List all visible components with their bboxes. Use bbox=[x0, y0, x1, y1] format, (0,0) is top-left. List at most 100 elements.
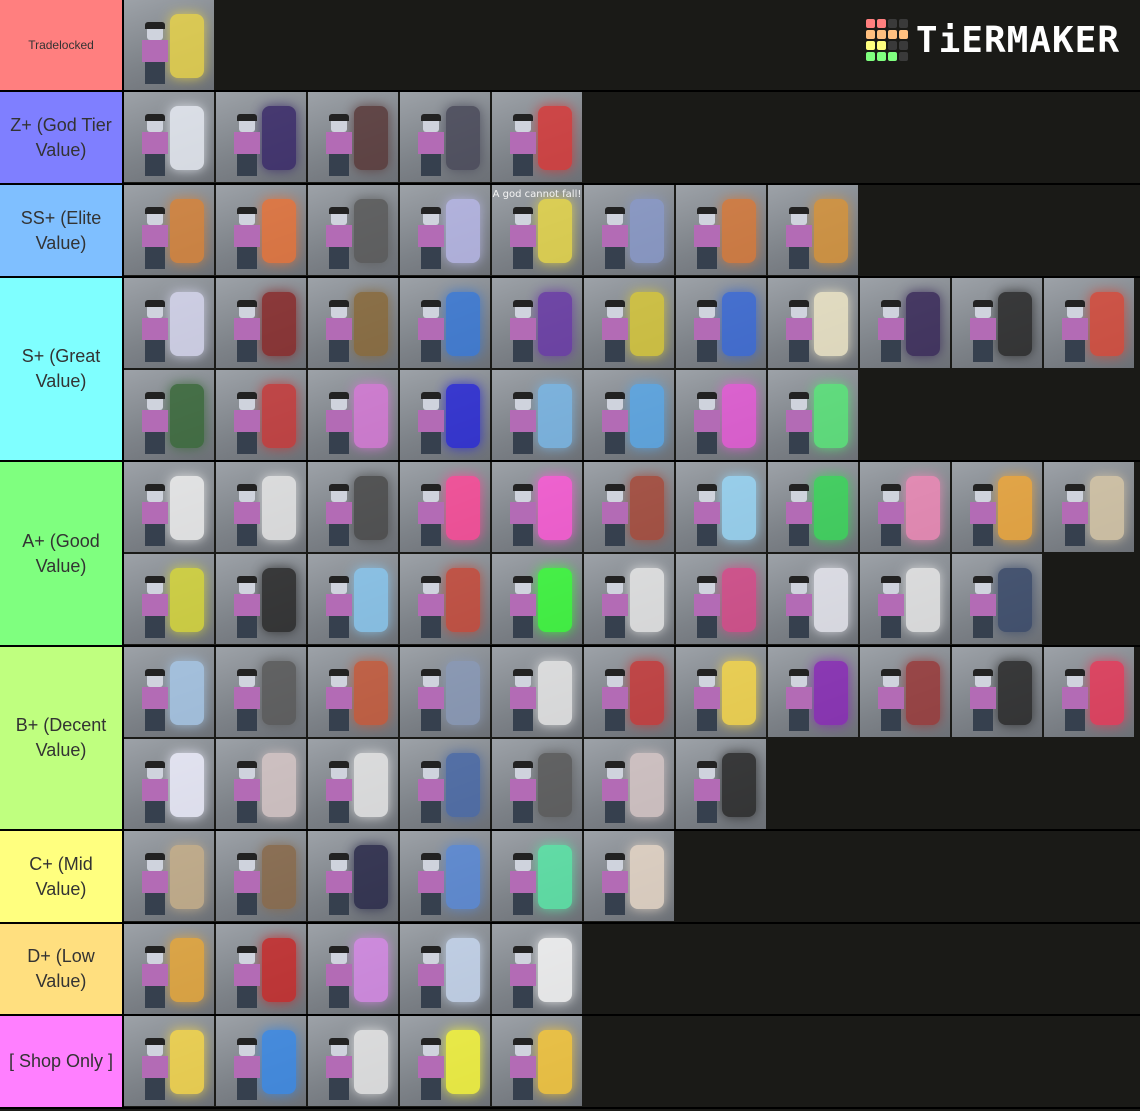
tier-item[interactable] bbox=[768, 647, 858, 737]
tier-item[interactable] bbox=[400, 739, 490, 829]
tier-item[interactable] bbox=[676, 370, 766, 460]
stand-figure-icon bbox=[538, 199, 572, 263]
tier-label[interactable]: B+ (Decent Value) bbox=[0, 647, 124, 829]
tier-item[interactable] bbox=[308, 1016, 398, 1106]
tier-item[interactable] bbox=[400, 185, 490, 275]
tier-item[interactable] bbox=[216, 739, 306, 829]
tier-item[interactable] bbox=[216, 1016, 306, 1106]
tier-item[interactable] bbox=[584, 462, 674, 552]
tier-item[interactable] bbox=[584, 647, 674, 737]
tier-item[interactable] bbox=[584, 739, 674, 829]
tier-item[interactable] bbox=[216, 924, 306, 1014]
tier-item[interactable] bbox=[584, 185, 674, 275]
tier-item[interactable] bbox=[216, 831, 306, 921]
tier-label[interactable]: Z+ (God Tier Value) bbox=[0, 92, 124, 183]
tier-item[interactable] bbox=[124, 278, 214, 368]
tier-item[interactable] bbox=[308, 462, 398, 552]
tier-item[interactable] bbox=[676, 554, 766, 644]
tier-item[interactable] bbox=[400, 647, 490, 737]
tier-item[interactable] bbox=[768, 554, 858, 644]
tier-item[interactable] bbox=[308, 831, 398, 921]
tier-item[interactable] bbox=[124, 831, 214, 921]
tier-item[interactable] bbox=[952, 278, 1042, 368]
tier-item[interactable] bbox=[768, 185, 858, 275]
tier-item[interactable] bbox=[124, 554, 214, 644]
tier-item[interactable] bbox=[676, 739, 766, 829]
tiermaker-logo[interactable]: TiERMAKER bbox=[865, 19, 1120, 61]
tier-item[interactable] bbox=[400, 924, 490, 1014]
tier-item[interactable] bbox=[308, 739, 398, 829]
tier-item[interactable] bbox=[124, 185, 214, 275]
tier-item[interactable] bbox=[676, 462, 766, 552]
tier-item[interactable] bbox=[400, 462, 490, 552]
tier-item[interactable] bbox=[952, 554, 1042, 644]
tier-label[interactable]: Tradelocked bbox=[0, 0, 124, 90]
tier-item[interactable] bbox=[584, 370, 674, 460]
tier-item[interactable] bbox=[584, 278, 674, 368]
tier-item[interactable] bbox=[308, 370, 398, 460]
tier-label[interactable]: C+ (Mid Value) bbox=[0, 831, 124, 922]
tier-item[interactable] bbox=[124, 739, 214, 829]
avatar-figure-icon bbox=[602, 392, 628, 454]
tier-item[interactable] bbox=[768, 462, 858, 552]
tier-item[interactable] bbox=[216, 278, 306, 368]
tier-item[interactable] bbox=[1044, 462, 1134, 552]
tier-item[interactable] bbox=[676, 185, 766, 275]
tier-item[interactable] bbox=[768, 370, 858, 460]
tier-item[interactable] bbox=[124, 462, 214, 552]
tier-item[interactable] bbox=[216, 92, 306, 182]
tier-item[interactable] bbox=[676, 278, 766, 368]
tier-item[interactable] bbox=[400, 1016, 490, 1106]
tier-item[interactable] bbox=[860, 647, 950, 737]
tier-item[interactable] bbox=[584, 831, 674, 921]
tier-label[interactable]: A+ (Good Value) bbox=[0, 462, 124, 645]
tier-item[interactable] bbox=[216, 462, 306, 552]
tier-item[interactable] bbox=[124, 92, 214, 182]
tier-item[interactable] bbox=[308, 554, 398, 644]
tier-item[interactable] bbox=[952, 462, 1042, 552]
tier-item[interactable] bbox=[676, 647, 766, 737]
tier-item[interactable] bbox=[584, 554, 674, 644]
tier-item[interactable] bbox=[492, 92, 582, 182]
tier-item[interactable] bbox=[400, 278, 490, 368]
tier-item[interactable] bbox=[492, 370, 582, 460]
tier-item[interactable] bbox=[216, 370, 306, 460]
tier-item[interactable] bbox=[492, 462, 582, 552]
tier-item[interactable] bbox=[216, 185, 306, 275]
tier-item[interactable] bbox=[124, 1016, 214, 1106]
tier-item[interactable] bbox=[308, 278, 398, 368]
tier-label[interactable]: S+ (Great Value) bbox=[0, 278, 124, 460]
tier-label[interactable]: [ Shop Only ] bbox=[0, 1016, 124, 1107]
tier-item[interactable] bbox=[860, 554, 950, 644]
tier-item[interactable] bbox=[768, 278, 858, 368]
tier-item[interactable] bbox=[492, 739, 582, 829]
tier-item[interactable] bbox=[492, 831, 582, 921]
tier-item[interactable] bbox=[1044, 647, 1134, 737]
tier-label[interactable]: D+ (Low Value) bbox=[0, 924, 124, 1014]
tier-item[interactable] bbox=[308, 647, 398, 737]
tier-item[interactable] bbox=[308, 924, 398, 1014]
tier-item[interactable] bbox=[216, 647, 306, 737]
tier-item[interactable] bbox=[1044, 278, 1134, 368]
tier-item[interactable] bbox=[492, 1016, 582, 1106]
tier-item[interactable] bbox=[492, 554, 582, 644]
tier-item[interactable] bbox=[124, 647, 214, 737]
tier-item[interactable] bbox=[308, 185, 398, 275]
tier-item[interactable] bbox=[124, 0, 214, 90]
tier-label[interactable]: SS+ (Elite Value) bbox=[0, 185, 124, 276]
tier-item[interactable] bbox=[400, 92, 490, 182]
tier-item[interactable] bbox=[216, 554, 306, 644]
tier-item[interactable] bbox=[400, 554, 490, 644]
tier-item[interactable] bbox=[860, 278, 950, 368]
tier-item[interactable]: A god cannot fall! bbox=[492, 185, 582, 275]
tier-item[interactable] bbox=[124, 924, 214, 1014]
tier-item[interactable] bbox=[952, 647, 1042, 737]
tier-item[interactable] bbox=[492, 647, 582, 737]
tier-item[interactable] bbox=[492, 924, 582, 1014]
tier-item[interactable] bbox=[860, 462, 950, 552]
tier-item[interactable] bbox=[400, 370, 490, 460]
tier-item[interactable] bbox=[492, 278, 582, 368]
tier-item[interactable] bbox=[308, 92, 398, 182]
tier-item[interactable] bbox=[124, 370, 214, 460]
tier-item[interactable] bbox=[400, 831, 490, 921]
